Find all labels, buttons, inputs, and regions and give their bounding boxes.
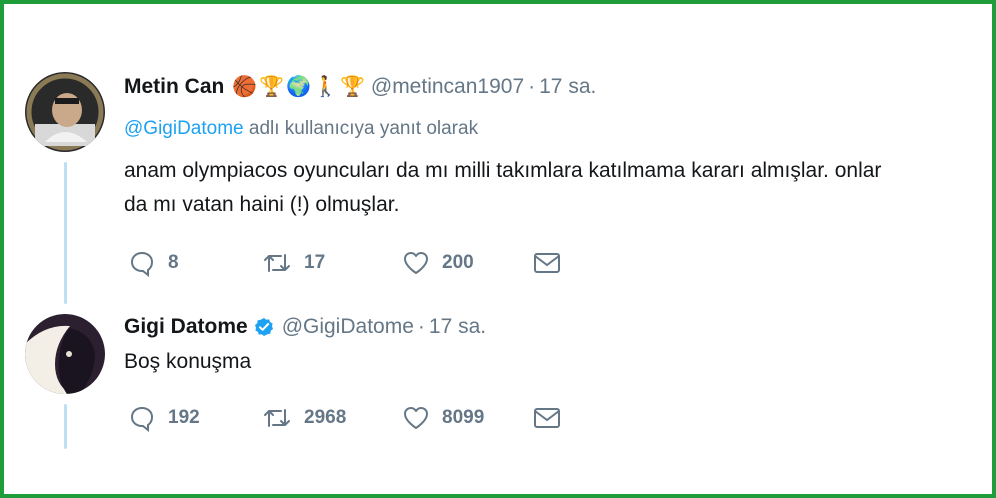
user-handle[interactable]: @metincan1907 xyxy=(371,75,524,99)
reply-icon xyxy=(130,406,154,432)
avatar-metin-can[interactable] xyxy=(25,72,105,152)
tweet-text-line: da mı vatan haini (!) olmuşlar. xyxy=(124,193,400,216)
like-count: 8099 xyxy=(442,407,485,428)
retweet-icon xyxy=(264,409,290,427)
reply-button[interactable]: 8 xyxy=(128,249,262,277)
retweet-icon xyxy=(264,254,290,272)
retweet-button[interactable]: 17 xyxy=(262,249,402,277)
heart-icon xyxy=(404,407,428,429)
globe-emoji-icon: 🌍 xyxy=(286,76,312,98)
heart-icon xyxy=(404,252,428,274)
trophy-emoji-icon: 🏆 xyxy=(259,76,285,98)
tweet-actions: 192 2968 8099 xyxy=(128,404,562,432)
user-handle[interactable]: @GigiDatome xyxy=(282,315,414,339)
basketball-emoji-icon: 🏀 xyxy=(232,76,258,98)
display-name[interactable]: Metin Can xyxy=(124,75,224,99)
thread-line xyxy=(64,162,67,304)
retweet-button[interactable]: 2968 xyxy=(262,404,402,432)
separator-dot: · xyxy=(417,315,425,338)
tweet-text: Boş konuşma xyxy=(124,350,252,373)
tweet-header: Metin Can 🏀 🏆 🌍 🚶 🏆 @metincan1907 · 17 s… xyxy=(124,74,596,99)
separator-dot: · xyxy=(528,74,536,98)
reply-count: 192 xyxy=(168,407,200,428)
verified-badge-icon xyxy=(254,317,274,337)
tweet-text: anam olympiacos oyuncuları da mı milli t… xyxy=(124,154,881,222)
retweet-count: 2968 xyxy=(304,407,347,428)
walking-person-emoji-icon: 🚶 xyxy=(313,76,338,98)
reply-to-label: adlı kullanıcıya yanıt olarak xyxy=(248,118,479,139)
thread-line xyxy=(64,404,67,449)
avatar-gigi-datome[interactable] xyxy=(25,314,105,394)
reply-button[interactable]: 192 xyxy=(128,404,262,432)
reply-context: @GigiDatome adlı kullanıcıya yanıt olara… xyxy=(124,118,478,140)
display-name[interactable]: Gigi Datome xyxy=(124,315,248,339)
tweet-actions: 8 17 200 xyxy=(128,249,562,277)
envelope-icon xyxy=(534,253,560,273)
like-button[interactable]: 200 xyxy=(402,249,532,277)
tweet-text-line: anam olympiacos oyuncuları da mı milli t… xyxy=(124,159,882,182)
trophy-emoji-icon: 🏆 xyxy=(339,76,365,98)
like-button[interactable]: 8099 xyxy=(402,404,532,432)
tweet-header: Gigi Datome @GigiDatome · 17 sa. xyxy=(124,315,486,339)
direct-message-button[interactable] xyxy=(532,250,562,276)
screenshot-frame: Metin Can 🏀 🏆 🌍 🚶 🏆 @metincan1907 · 17 s… xyxy=(0,0,996,498)
retweet-count: 17 xyxy=(304,252,326,273)
like-count: 200 xyxy=(442,252,474,273)
reply-count: 8 xyxy=(168,252,179,273)
timestamp[interactable]: 17 sa. xyxy=(429,315,486,339)
direct-message-button[interactable] xyxy=(532,405,562,431)
envelope-icon xyxy=(534,408,560,428)
timestamp[interactable]: 17 sa. xyxy=(539,75,596,99)
reply-to-mention-link[interactable]: @GigiDatome xyxy=(124,118,244,139)
reply-icon xyxy=(130,251,154,277)
